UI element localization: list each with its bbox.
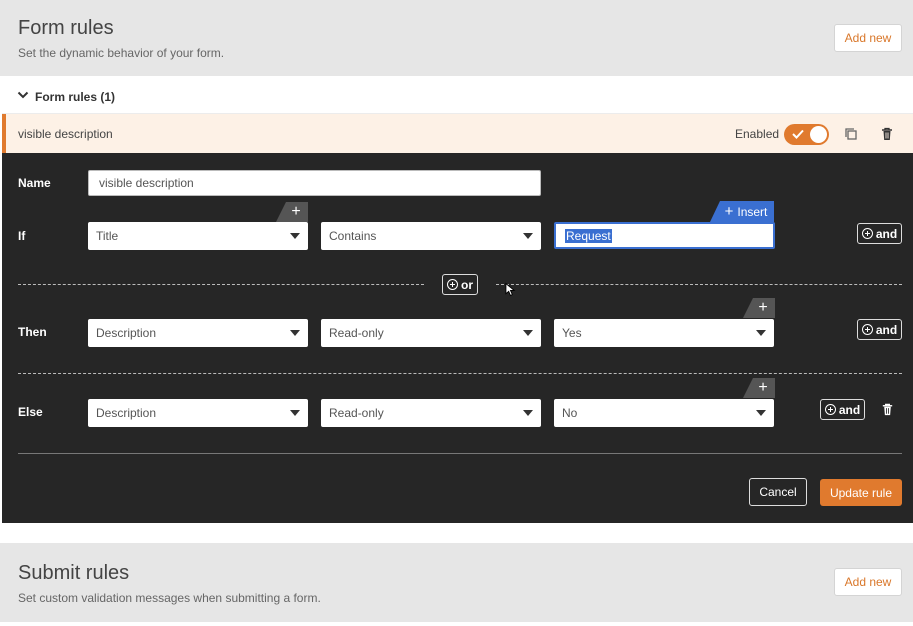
- form-rules-count-label: Form rules (1): [35, 90, 116, 104]
- else-action-value: Read-only: [329, 406, 384, 420]
- add-circle-icon: [447, 279, 458, 290]
- then-and-button[interactable]: and: [857, 319, 902, 340]
- cursor-icon: [505, 282, 516, 297]
- chevron-down-icon: [523, 233, 533, 239]
- check-icon: [792, 129, 804, 139]
- if-field-value: Title: [96, 229, 119, 243]
- then-value-select[interactable]: Yes: [554, 319, 774, 347]
- rule-name: visible description: [18, 127, 113, 141]
- and-label: and: [875, 322, 898, 337]
- chevron-down-icon: [523, 410, 533, 416]
- else-field-select[interactable]: Description: [88, 399, 308, 427]
- insert-label: Insert: [737, 204, 768, 219]
- submit-rules-header: Submit rules Set custom validation messa…: [0, 543, 913, 622]
- name-label: Name: [18, 176, 51, 190]
- else-value: No: [562, 406, 578, 420]
- else-action-select[interactable]: Read-only: [321, 399, 541, 427]
- then-field-select[interactable]: Description: [88, 319, 308, 347]
- then-field-value: Description: [96, 326, 157, 340]
- rule-name-input[interactable]: visible description: [88, 170, 541, 196]
- or-label: or: [461, 277, 473, 292]
- trash-icon[interactable]: [879, 126, 895, 142]
- form-rules-subtitle: Set the dynamic behavior of your form.: [18, 46, 225, 60]
- toggle-knob: [810, 126, 827, 143]
- if-field-select[interactable]: Title: [88, 222, 308, 250]
- or-divider-right: [496, 284, 902, 285]
- footer-divider: [18, 453, 902, 454]
- insert-button[interactable]: + Insert: [710, 201, 774, 222]
- else-field-value: Description: [96, 406, 157, 420]
- form-rules-header: Form rules Set the dynamic behavior of y…: [0, 0, 913, 76]
- add-submit-rule-button[interactable]: Add new: [834, 568, 902, 596]
- chevron-down-icon: [756, 410, 766, 416]
- chevron-down-icon: [17, 91, 29, 99]
- else-label: Else: [18, 405, 43, 419]
- if-operator-select[interactable]: Contains: [321, 222, 541, 250]
- add-circle-icon: [824, 404, 836, 415]
- add-condition-tab[interactable]: +: [276, 202, 308, 222]
- then-value: Yes: [562, 326, 582, 340]
- add-circle-icon: [861, 228, 873, 239]
- cancel-button[interactable]: Cancel: [749, 478, 807, 506]
- submit-rules-subtitle: Set custom validation messages when subm…: [18, 591, 321, 605]
- form-rules-collapse-toggle[interactable]: Form rules (1): [2, 76, 913, 114]
- chevron-down-icon: [290, 233, 300, 239]
- else-value-select[interactable]: No: [554, 399, 774, 427]
- and-label: and: [875, 226, 898, 241]
- plus-icon: +: [724, 203, 734, 220]
- if-and-button[interactable]: and: [857, 223, 902, 244]
- duplicate-icon[interactable]: [843, 126, 859, 142]
- rule-editor: Name visible description + + Insert If T…: [2, 153, 913, 523]
- enabled-label: Enabled: [735, 127, 780, 141]
- then-action-select[interactable]: Read-only: [321, 319, 541, 347]
- and-label: and: [838, 402, 861, 417]
- if-label: If: [18, 229, 26, 243]
- chevron-down-icon: [756, 330, 766, 336]
- form-rules-title: Form rules: [18, 17, 114, 39]
- submit-rules-title: Submit rules: [18, 562, 130, 584]
- trash-icon[interactable]: [880, 402, 895, 417]
- else-divider: [18, 373, 902, 374]
- selected-text: Request: [565, 228, 612, 243]
- update-rule-button[interactable]: Update rule: [820, 479, 902, 506]
- or-divider-left: [18, 284, 424, 285]
- if-value-input[interactable]: Request: [554, 222, 775, 249]
- chevron-down-icon: [290, 410, 300, 416]
- add-action-tab[interactable]: +: [743, 298, 775, 318]
- chevron-down-icon: [523, 330, 533, 336]
- enabled-toggle[interactable]: [784, 124, 829, 145]
- rule-row[interactable]: visible description Enabled: [2, 114, 913, 153]
- then-label: Then: [18, 325, 47, 339]
- or-button[interactable]: or: [442, 274, 478, 295]
- chevron-down-icon: [290, 330, 300, 336]
- add-circle-icon: [861, 324, 873, 335]
- else-and-button[interactable]: and: [820, 399, 865, 420]
- add-else-action-tab[interactable]: +: [743, 378, 775, 398]
- if-operator-value: Contains: [329, 229, 377, 243]
- add-form-rule-button[interactable]: Add new: [834, 24, 902, 52]
- then-action-value: Read-only: [329, 326, 384, 340]
